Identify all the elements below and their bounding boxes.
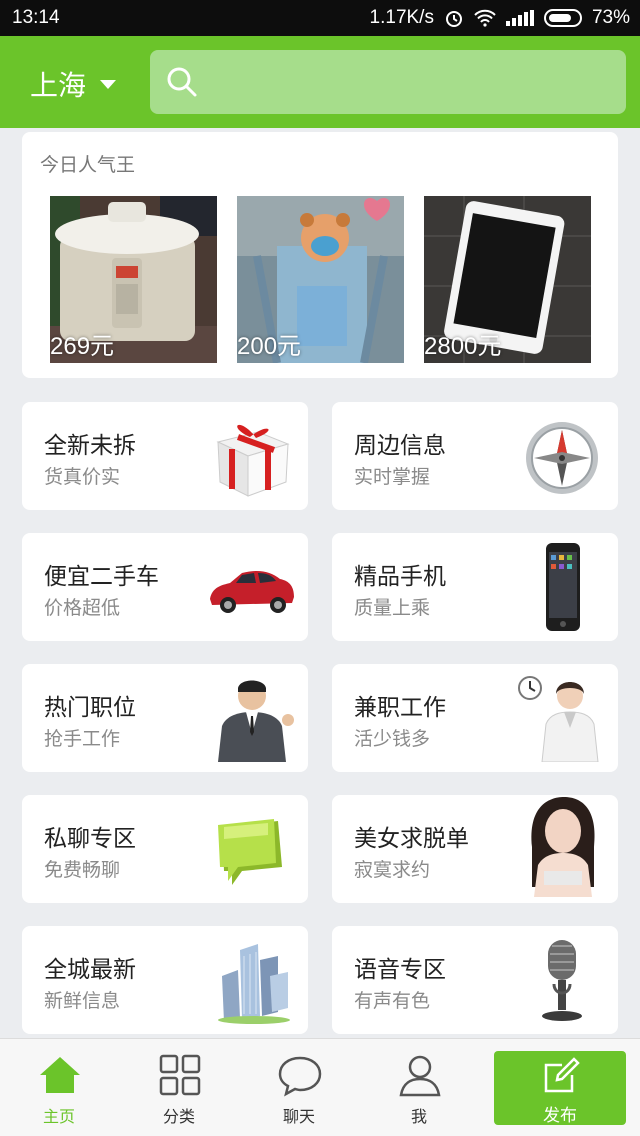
signal-icon bbox=[505, 10, 534, 26]
publish-label: 发布 bbox=[543, 1106, 577, 1126]
category-title: 私聊专区 bbox=[44, 826, 136, 852]
publish-button[interactable]: 发布 bbox=[494, 1051, 626, 1126]
category-title: 全城最新 bbox=[44, 957, 136, 983]
category-card-city-latest[interactable]: 全城最新 新鲜信息 bbox=[22, 926, 308, 1034]
clerk-icon bbox=[518, 676, 599, 762]
hot-items-card: 今日人气王 269元 200元 2800元 bbox=[22, 132, 618, 378]
status-bar: 13:14 1.17K/s 73% bbox=[0, 0, 640, 36]
category-title: 精品手机 bbox=[354, 564, 446, 590]
bottom-nav: 主页 分类 聊天 我 发布 bbox=[0, 1038, 640, 1136]
home-icon bbox=[40, 1057, 80, 1093]
nav-me[interactable]: 我 bbox=[360, 1039, 478, 1136]
city-label: 上海 bbox=[30, 69, 87, 102]
category-subtitle: 新鲜信息 bbox=[44, 990, 121, 1012]
phone-icon bbox=[546, 543, 580, 631]
category-title: 全新未拆 bbox=[44, 433, 136, 459]
category-subtitle: 抢手工作 bbox=[44, 728, 121, 750]
wifi-icon bbox=[474, 9, 496, 27]
category-title: 语音专区 bbox=[354, 957, 446, 983]
category-subtitle: 有声有色 bbox=[354, 990, 431, 1012]
hot-item-stroller[interactable]: 200元 bbox=[237, 196, 404, 363]
battery-icon bbox=[543, 9, 582, 27]
nav-category-label: 分类 bbox=[162, 1107, 195, 1126]
nav-category[interactable]: 分类 bbox=[120, 1039, 238, 1136]
category-subtitle: 活少钱多 bbox=[354, 728, 431, 750]
hot-price: 200元 bbox=[237, 333, 302, 360]
category-subtitle: 质量上乘 bbox=[354, 597, 431, 619]
hot-item-tablet[interactable]: 2800元 bbox=[424, 196, 591, 363]
nav-me-label: 我 bbox=[410, 1107, 427, 1126]
search-input[interactable] bbox=[150, 50, 626, 114]
chat-icon bbox=[278, 1056, 322, 1097]
category-title: 兼职工作 bbox=[354, 695, 446, 721]
businessman-icon bbox=[218, 680, 294, 762]
category-subtitle: 价格超低 bbox=[44, 597, 121, 619]
grid-icon bbox=[159, 1054, 201, 1096]
category-card-used-car[interactable]: 便宜二手车 价格超低 bbox=[22, 533, 308, 641]
category-title: 美女求脱单 bbox=[354, 826, 469, 852]
category-title: 热门职位 bbox=[44, 695, 136, 721]
car-icon bbox=[210, 571, 294, 613]
hot-item-rice-cooker[interactable]: 269元 bbox=[50, 196, 217, 363]
nav-chat[interactable]: 聊天 bbox=[240, 1039, 358, 1136]
status-time: 13:14 bbox=[12, 7, 60, 28]
category-card-voice[interactable]: 语音专区 有声有色 bbox=[332, 926, 618, 1034]
city-selector[interactable]: 上海 bbox=[30, 64, 117, 104]
category-card-hot-jobs[interactable]: 热门职位 抢手工作 bbox=[22, 664, 308, 772]
chat-bubble-icon bbox=[218, 819, 282, 885]
category-card-nearby-info[interactable]: 周边信息 实时掌握 bbox=[332, 402, 618, 510]
edit-icon bbox=[544, 1057, 580, 1093]
nav-home-label: 主页 bbox=[42, 1107, 75, 1126]
category-subtitle: 货真价实 bbox=[44, 466, 121, 488]
gift-box-icon bbox=[216, 424, 290, 497]
hot-title: 今日人气王 bbox=[40, 154, 136, 176]
category-title: 周边信息 bbox=[354, 433, 446, 459]
hot-price: 2800元 bbox=[424, 333, 502, 360]
category-card-phones[interactable]: 精品手机 质量上乘 bbox=[332, 533, 618, 641]
category-card-new-unopened[interactable]: 全新未拆 货真价实 bbox=[22, 402, 308, 510]
category-card-part-time[interactable]: 兼职工作 活少钱多 bbox=[332, 664, 618, 772]
top-header: 上海 bbox=[0, 36, 640, 128]
category-subtitle: 寂寞求约 bbox=[354, 859, 431, 881]
category-title: 便宜二手车 bbox=[44, 564, 159, 590]
user-icon bbox=[399, 1055, 441, 1097]
alarm-icon bbox=[445, 11, 462, 27]
caret-down-icon bbox=[100, 79, 117, 89]
woman-icon bbox=[531, 797, 595, 897]
category-card-dating[interactable]: 美女求脱单 寂寞求约 bbox=[332, 795, 618, 903]
battery-level: 73% bbox=[591, 7, 630, 28]
hot-price: 269元 bbox=[50, 333, 115, 360]
buildings-icon bbox=[218, 944, 290, 1024]
compass-icon bbox=[526, 422, 598, 494]
category-subtitle: 实时掌握 bbox=[354, 466, 431, 488]
microphone-icon bbox=[542, 940, 582, 1021]
network-speed: 1.17K/s bbox=[369, 7, 434, 28]
search-icon bbox=[167, 67, 197, 97]
nav-home[interactable]: 主页 bbox=[0, 1039, 118, 1136]
nav-chat-label: 聊天 bbox=[282, 1107, 315, 1126]
category-card-private-chat[interactable]: 私聊专区 免费畅聊 bbox=[22, 795, 308, 903]
category-subtitle: 免费畅聊 bbox=[44, 859, 121, 881]
